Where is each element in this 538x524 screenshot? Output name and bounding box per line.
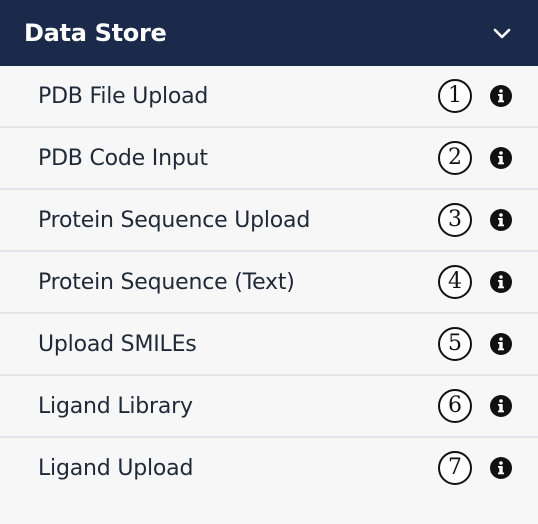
- info-icon[interactable]: [490, 85, 512, 107]
- list-item-pdb-file-upload[interactable]: PDB File Upload 1: [0, 66, 538, 128]
- data-store-list: PDB File Upload 1 PDB Code Input 2 Prote…: [0, 66, 538, 498]
- info-icon[interactable]: [490, 209, 512, 231]
- list-item-label: Ligand Upload: [38, 455, 194, 481]
- panel-title: Data Store: [24, 19, 167, 47]
- info-icon[interactable]: [490, 271, 512, 293]
- list-item-ligand-upload[interactable]: Ligand Upload 7: [0, 438, 538, 498]
- list-item-label: Upload SMILEs: [38, 331, 197, 357]
- list-item-label: Ligand Library: [38, 393, 193, 419]
- step-number-badge: 5: [438, 327, 472, 361]
- info-icon[interactable]: [490, 395, 512, 417]
- info-icon[interactable]: [490, 457, 512, 479]
- chevron-down-icon[interactable]: [490, 21, 514, 45]
- step-number-badge: 4: [438, 265, 472, 299]
- step-number-badge: 1: [438, 79, 472, 113]
- info-icon[interactable]: [490, 147, 512, 169]
- list-item-label: Protein Sequence Upload: [38, 207, 311, 233]
- step-number-badge: 3: [438, 203, 472, 237]
- data-store-panel: Data Store PDB File Upload 1 PDB Code In…: [0, 0, 538, 524]
- list-item-ligand-library[interactable]: Ligand Library 6: [0, 376, 538, 438]
- info-icon[interactable]: [490, 333, 512, 355]
- data-store-header[interactable]: Data Store: [0, 0, 538, 66]
- list-item-label: PDB Code Input: [38, 145, 208, 171]
- list-item-protein-sequence-upload[interactable]: Protein Sequence Upload 3: [0, 190, 538, 252]
- step-number-badge: 6: [438, 389, 472, 423]
- list-item-pdb-code-input[interactable]: PDB Code Input 2: [0, 128, 538, 190]
- list-item-protein-sequence-text[interactable]: Protein Sequence (Text) 4: [0, 252, 538, 314]
- list-item-label: Protein Sequence (Text): [38, 269, 295, 295]
- list-item-upload-smiles[interactable]: Upload SMILEs 5: [0, 314, 538, 376]
- step-number-badge: 2: [438, 141, 472, 175]
- list-item-label: PDB File Upload: [38, 83, 209, 109]
- step-number-badge: 7: [438, 451, 472, 485]
